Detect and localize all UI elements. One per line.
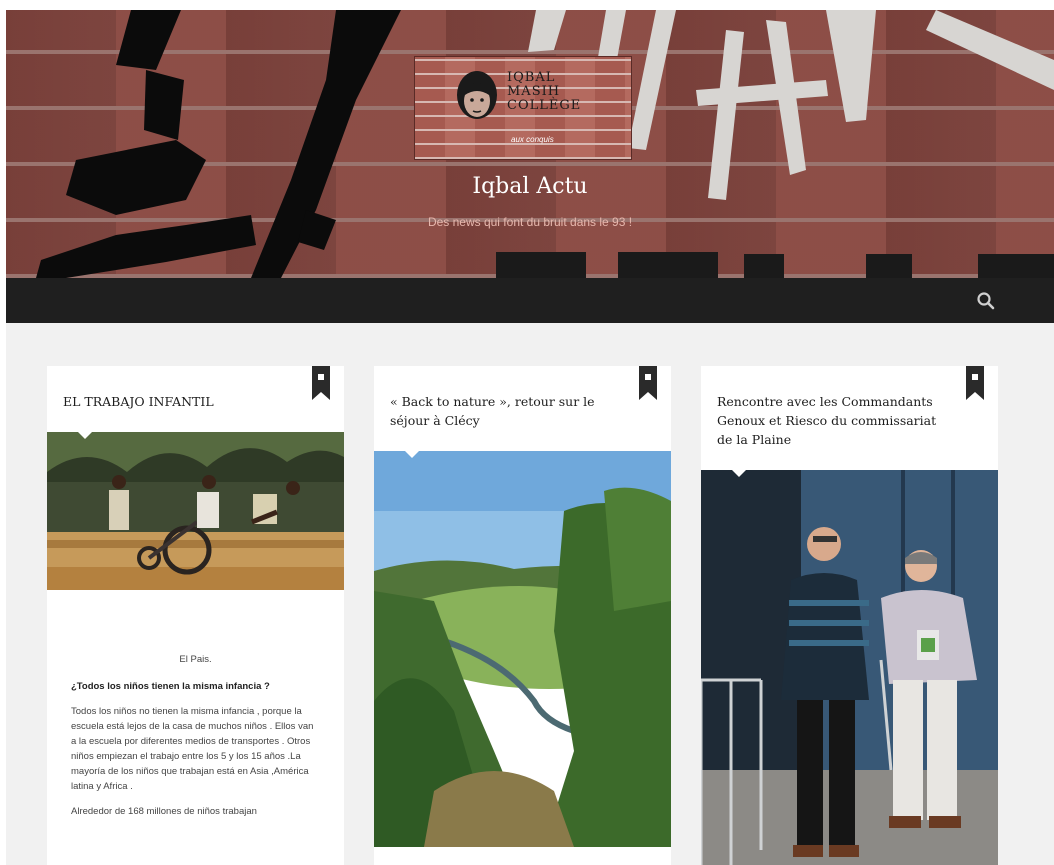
- site-logo[interactable]: IQBAL MASIH COLLÈGE aux conquis: [414, 56, 632, 160]
- post-title[interactable]: EL TRABAJO INFANTIL: [63, 392, 298, 411]
- image-notch: [77, 432, 93, 439]
- post-thumbnail[interactable]: [374, 451, 671, 847]
- excerpt-paragraph: Todos los niños no tienen la misma infan…: [71, 706, 314, 792]
- site-header: IQBAL MASIH COLLÈGE aux conquis Iqbal Ac…: [6, 10, 1054, 278]
- page: IQBAL MASIH COLLÈGE aux conquis Iqbal Ac…: [6, 10, 1054, 865]
- post-card[interactable]: « Back to nature », retour sur le séjour…: [374, 366, 671, 865]
- search-icon[interactable]: [976, 291, 996, 311]
- site-description: Des news qui font du bruit dans le 93 !: [427, 215, 633, 229]
- image-notch: [731, 470, 747, 477]
- children-pushing-cart-photo: [47, 432, 344, 590]
- main-navbar: [6, 278, 1054, 323]
- excerpt-question: ¿Todos los niños tienen la misma infanci…: [71, 681, 270, 692]
- post-thumbnail[interactable]: [701, 470, 998, 865]
- site-title[interactable]: Iqbal Actu: [6, 174, 1054, 199]
- logo-text: IQBAL MASIH COLLÈGE: [507, 70, 582, 113]
- portrait-icon: [457, 71, 497, 119]
- bookmark-icon[interactable]: [966, 366, 984, 400]
- post-thumbnail[interactable]: [47, 432, 344, 590]
- logo-subtext: aux conquis: [511, 135, 554, 144]
- post-card[interactable]: EL TRABAJO INFANTIL El Pais. ¿Todos los …: [47, 366, 344, 865]
- post-excerpt: El Pais. ¿Todos los niños tienen la mism…: [71, 652, 320, 829]
- valley-landscape-photo: [374, 451, 671, 847]
- excerpt-source: El Pais.: [179, 654, 212, 665]
- post-title[interactable]: Rencontre avec les Commandants Genoux et…: [717, 392, 952, 449]
- bookmark-icon[interactable]: [312, 366, 330, 400]
- bookmark-icon[interactable]: [639, 366, 657, 400]
- post-title[interactable]: « Back to nature », retour sur le séjour…: [390, 392, 625, 430]
- post-card[interactable]: Rencontre avec les Commandants Genoux et…: [701, 366, 998, 865]
- image-notch: [404, 451, 420, 458]
- two-men-photo: [701, 470, 998, 865]
- excerpt-paragraph: Alrededor de 168 millones de niños traba…: [71, 806, 257, 817]
